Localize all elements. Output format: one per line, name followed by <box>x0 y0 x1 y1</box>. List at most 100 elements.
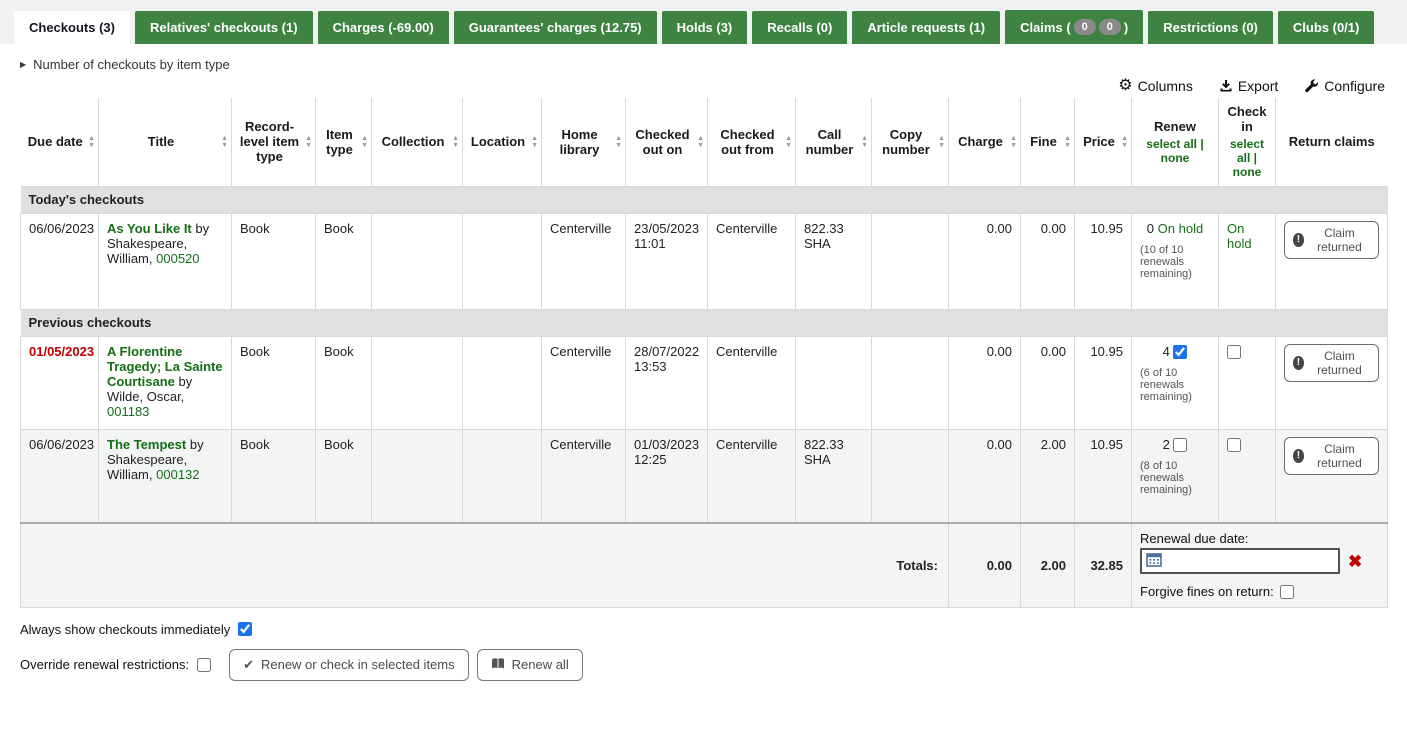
col-fine[interactable]: Fine▲▼ <box>1021 98 1075 186</box>
biblionumber-link[interactable]: 000132 <box>156 467 199 482</box>
renew-checkbox[interactable] <box>1173 345 1187 359</box>
checkin-on-hold-link[interactable]: On hold <box>1227 221 1252 251</box>
sort-icon[interactable]: ▲▼ <box>938 135 945 149</box>
tab-clubs[interactable]: Clubs (0/1) <box>1278 11 1374 44</box>
tab-relatives-checkouts[interactable]: Relatives' checkouts (1) <box>135 11 313 44</box>
override-renewal-checkbox[interactable] <box>197 658 211 672</box>
col-title[interactable]: Title▲▼ <box>99 98 232 186</box>
renew-cell: 2 (8 of 10 renewals remaining) <box>1132 429 1219 523</box>
charge-cell: 0.00 <box>949 213 1021 309</box>
checkin-checkbox[interactable] <box>1227 438 1241 452</box>
title-link[interactable]: A Florentine Tragedy; La Sainte Courtisa… <box>107 344 223 389</box>
col-location[interactable]: Location▲▼ <box>463 98 542 186</box>
item-type-cell: Book <box>316 213 372 309</box>
columns-label: Columns <box>1138 78 1193 94</box>
always-show-checkbox[interactable] <box>238 622 252 636</box>
checkin-checkbox[interactable] <box>1227 345 1241 359</box>
sort-icon[interactable]: ▲▼ <box>861 135 868 149</box>
exclamation-icon: ! <box>1293 449 1304 463</box>
biblionumber-link[interactable]: 001183 <box>107 404 149 419</box>
col-checked-out-on[interactable]: Checked out on▲▼ <box>626 98 708 186</box>
sort-icon[interactable]: ▲▼ <box>1121 135 1128 149</box>
col-call-number[interactable]: Call number▲▼ <box>796 98 872 186</box>
renew-count: 2 <box>1163 437 1170 452</box>
col-charge[interactable]: Charge▲▼ <box>949 98 1021 186</box>
home-library-cell: Centerville <box>542 336 626 429</box>
claim-returned-button[interactable]: ! Claim returned <box>1284 221 1379 259</box>
col-item-type[interactable]: Item type▲▼ <box>316 98 372 186</box>
call-number-cell: 822.33 SHA <box>796 213 872 309</box>
table-toolbar: ⚙ Columns Export Configure <box>20 78 1385 94</box>
renewal-due-date-input[interactable] <box>1140 548 1340 574</box>
sort-icon[interactable]: ▲▼ <box>615 135 622 149</box>
tab-guarantees-charges[interactable]: Guarantees' charges (12.75) <box>454 11 657 44</box>
col-check-in: Check inselect all | none <box>1219 98 1276 186</box>
sort-icon[interactable]: ▲▼ <box>221 135 228 149</box>
col-checked-out-from[interactable]: Checked out from▲▼ <box>708 98 796 186</box>
group-todays-checkouts: Today's checkouts <box>21 186 1388 213</box>
return-claims-cell: ! Claim returned <box>1276 336 1388 429</box>
checkout-row: 01/05/2023 A Florentine Tragedy; La Sain… <box>21 336 1388 429</box>
renew-select-all-none[interactable]: select all | none <box>1136 137 1214 165</box>
checked-out-from-cell: Centerville <box>708 213 796 309</box>
col-home-library[interactable]: Home library▲▼ <box>542 98 626 186</box>
col-copy-number[interactable]: Copy number▲▼ <box>872 98 949 186</box>
title-cell: The Tempest by Shakespeare, William, 000… <box>99 429 232 523</box>
check-icon: ✔ <box>243 657 254 673</box>
renew-all-button[interactable]: Renew all <box>477 649 583 681</box>
collection-cell <box>372 213 463 309</box>
tab-holds[interactable]: Holds (3) <box>662 11 748 44</box>
record-item-type-cell: Book <box>232 213 316 309</box>
configure-button[interactable]: Configure <box>1304 78 1385 94</box>
fine-cell: 2.00 <box>1021 429 1075 523</box>
checkin-select-all-none[interactable]: select all | none <box>1223 137 1271 179</box>
copy-number-cell <box>872 213 949 309</box>
checkin-cell <box>1219 336 1276 429</box>
totals-label: Totals: <box>21 523 949 607</box>
collection-cell <box>372 336 463 429</box>
home-library-cell: Centerville <box>542 213 626 309</box>
claim-returned-button[interactable]: ! Claim returned <box>1284 437 1379 475</box>
checkouts-by-itemtype-toggle[interactable]: ▶ Number of checkouts by item type <box>20 57 1387 72</box>
renew-count: 0 <box>1147 221 1154 236</box>
tab-charges[interactable]: Charges (-69.00) <box>318 11 449 44</box>
fine-cell: 0.00 <box>1021 336 1075 429</box>
title-cell: As You Like It by Shakespeare, William, … <box>99 213 232 309</box>
checkouts-table: Due date▲▼ Title▲▼ Record-level item typ… <box>20 98 1388 608</box>
renew-checkbox[interactable] <box>1173 438 1187 452</box>
biblionumber-link[interactable]: 000520 <box>156 251 199 266</box>
sort-icon[interactable]: ▲▼ <box>697 135 704 149</box>
tab-claims[interactable]: Claims ( 0 0 ) <box>1005 10 1143 44</box>
tab-checkouts[interactable]: Checkouts (3) <box>14 11 130 44</box>
checked-out-from-cell: Centerville <box>708 429 796 523</box>
title-link[interactable]: As You Like It <box>107 221 192 236</box>
sort-icon[interactable]: ▲▼ <box>452 135 459 149</box>
item-type-cell: Book <box>316 429 372 523</box>
calendar-icon[interactable] <box>1146 552 1162 570</box>
title-link[interactable]: The Tempest <box>107 437 186 452</box>
export-button[interactable]: Export <box>1219 78 1278 94</box>
col-record-item-type[interactable]: Record-level item type▲▼ <box>232 98 316 186</box>
renew-on-hold-link[interactable]: On hold <box>1158 221 1204 236</box>
copy-number-cell <box>872 336 949 429</box>
tab-recalls[interactable]: Recalls (0) <box>752 11 847 44</box>
col-collection[interactable]: Collection▲▼ <box>372 98 463 186</box>
sort-icon[interactable]: ▲▼ <box>305 135 312 149</box>
claim-returned-button[interactable]: ! Claim returned <box>1284 344 1379 382</box>
sort-icon[interactable]: ▲▼ <box>1010 135 1017 149</box>
totals-charge: 0.00 <box>949 523 1021 607</box>
columns-button[interactable]: ⚙ Columns <box>1118 78 1193 94</box>
sort-icon[interactable]: ▲▼ <box>531 135 538 149</box>
col-due-date[interactable]: Due date▲▼ <box>21 98 99 186</box>
checked-out-on-cell: 23/05/2023 11:01 <box>626 213 708 309</box>
tab-article-requests[interactable]: Article requests (1) <box>852 11 1000 44</box>
forgive-fines-checkbox[interactable] <box>1280 585 1294 599</box>
sort-icon[interactable]: ▲▼ <box>785 135 792 149</box>
renew-checkin-selected-button[interactable]: ✔ Renew or check in selected items <box>229 649 469 681</box>
tab-restrictions[interactable]: Restrictions (0) <box>1148 11 1273 44</box>
sort-icon[interactable]: ▲▼ <box>1064 135 1071 149</box>
sort-icon[interactable]: ▲▼ <box>361 135 368 149</box>
clear-date-icon[interactable]: ✖ <box>1348 553 1362 570</box>
sort-icon[interactable]: ▲▼ <box>88 135 95 149</box>
col-price[interactable]: Price▲▼ <box>1075 98 1132 186</box>
